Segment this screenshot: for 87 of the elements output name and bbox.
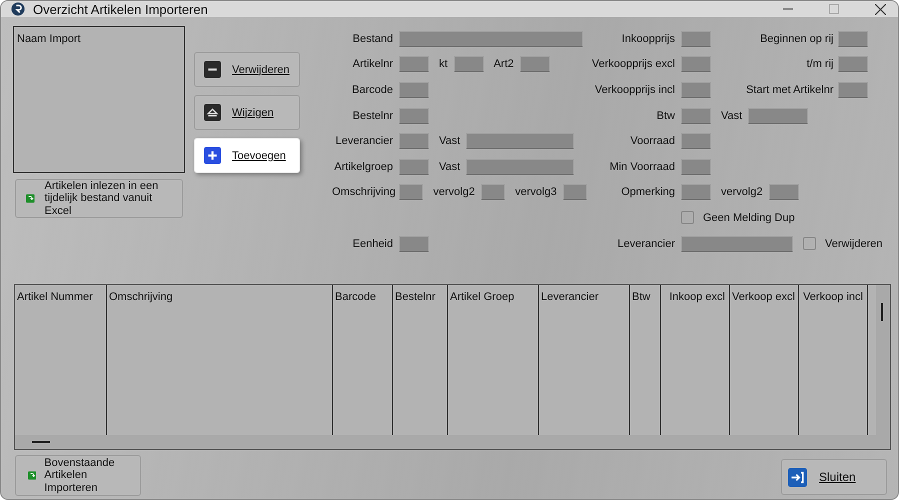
- field-label: Vast: [439, 160, 460, 173]
- field-label: Barcode: [351, 84, 393, 96]
- field-label: Verkoopprijs excl: [590, 58, 675, 70]
- column-header[interactable]: Btw: [632, 291, 658, 303]
- column-header[interactable]: Inkoop excl: [663, 291, 727, 303]
- list-header: Naam Import: [17, 33, 81, 45]
- field-label: Start met Artikelnr: [746, 84, 834, 96]
- input-field[interactable]: [399, 56, 429, 72]
- field-label: vervolg2: [433, 186, 475, 198]
- app-logo-icon: [11, 2, 25, 16]
- input-field[interactable]: [520, 56, 550, 72]
- eject-icon: [204, 104, 221, 121]
- add-button[interactable]: Toevoegen: [194, 138, 300, 173]
- input-field[interactable]: [399, 30, 583, 47]
- field-label: Leverancier: [334, 135, 393, 148]
- plus-icon: [204, 147, 221, 164]
- checkbox-label: Verwijderen: [825, 238, 882, 250]
- input-field[interactable]: [399, 158, 429, 175]
- field-label: Omschrijving: [332, 186, 393, 198]
- input-field[interactable]: [838, 82, 868, 98]
- input-field[interactable]: [480, 184, 506, 200]
- import-button[interactable]: Bovenstaande Artikelen Importeren: [15, 455, 141, 496]
- input-field[interactable]: [681, 184, 711, 200]
- column-header[interactable]: Artikel Groep: [450, 291, 536, 303]
- input-field[interactable]: [466, 158, 574, 175]
- import-list[interactable]: Naam Import: [13, 26, 185, 173]
- maximize-icon[interactable]: [829, 4, 839, 14]
- input-field[interactable]: [454, 56, 484, 72]
- input-field[interactable]: [681, 82, 711, 98]
- field-label: Verkoopprijs incl: [594, 84, 675, 96]
- field-label: Btw: [656, 110, 675, 122]
- input-field[interactable]: [748, 108, 808, 124]
- field-label: Min Voorraad: [608, 160, 675, 173]
- input-field[interactable]: [768, 184, 799, 200]
- field-label: Artikelgroep: [333, 160, 393, 173]
- exit-icon: [788, 468, 807, 486]
- field-label: Beginnen op rij: [760, 32, 834, 45]
- column-header[interactable]: Verkoop incl: [801, 291, 865, 303]
- field-label: Voorraad: [629, 135, 675, 148]
- close-icon[interactable]: [875, 4, 886, 14]
- input-field[interactable]: [681, 236, 793, 252]
- close-button[interactable]: Sluiten: [781, 459, 887, 495]
- input-field[interactable]: [399, 236, 429, 252]
- field-label: Bestelnr: [352, 110, 393, 122]
- input-field[interactable]: [681, 133, 711, 150]
- field-label: Artikelnr: [352, 58, 393, 70]
- field-label: Leverancier: [616, 238, 675, 250]
- window-title: Overzicht Artikelen Importeren: [33, 2, 208, 16]
- column-header[interactable]: Bestelnr: [395, 291, 445, 303]
- input-field[interactable]: [399, 133, 429, 150]
- field-label: Art2: [494, 58, 514, 70]
- column-header[interactable]: Artikel Nummer: [17, 291, 104, 303]
- field-label: Bestand: [352, 32, 393, 45]
- column-header[interactable]: Leverancier: [541, 291, 627, 303]
- field-label: t/m rij: [806, 58, 834, 70]
- checkbox[interactable]: [803, 237, 816, 250]
- field-label: Opmerking: [620, 186, 675, 198]
- checkbox[interactable]: [681, 211, 694, 224]
- field-label: vervolg3: [515, 186, 557, 198]
- edit-button[interactable]: Wijzigen: [194, 95, 300, 130]
- delete-button[interactable]: Verwijderen: [194, 52, 300, 87]
- input-field[interactable]: [562, 184, 587, 200]
- field-label: vervolg2: [721, 186, 763, 198]
- input-field[interactable]: [399, 82, 429, 98]
- input-field[interactable]: [399, 184, 424, 200]
- vertical-scrollbar[interactable]: [876, 285, 890, 449]
- column-header[interactable]: Omschrijving: [109, 291, 330, 303]
- column-header[interactable]: Verkoop excl: [732, 291, 796, 303]
- input-field[interactable]: [681, 158, 711, 175]
- input-field[interactable]: [399, 108, 429, 124]
- input-field[interactable]: [838, 30, 868, 47]
- article-table[interactable]: Artikel Nummer Omschrijving Barcode Bestelnr Artikel Groep Leverancier Btw Inkoop excl Verkoop excl Verkoop incl: [14, 284, 891, 450]
- minus-icon: [204, 61, 221, 78]
- field-label: Eenheid: [352, 238, 393, 250]
- checkbox-label: Geen Melding Dup: [703, 212, 795, 224]
- field-label: Vast: [721, 110, 742, 122]
- horizontal-scrollbar[interactable]: [15, 435, 876, 449]
- input-field[interactable]: [681, 108, 711, 124]
- input-field[interactable]: [681, 56, 711, 72]
- field-label: Inkoopprijs: [620, 32, 675, 45]
- field-label: kt: [439, 58, 448, 70]
- input-field[interactable]: [466, 133, 574, 150]
- column-header[interactable]: Barcode: [335, 291, 390, 303]
- field-label: Vast: [439, 135, 460, 148]
- input-field[interactable]: [681, 30, 711, 47]
- input-field[interactable]: [838, 56, 868, 72]
- import-excel-button[interactable]: Artikelen inlezen in een tijdelijk bestand vanuit Excel: [15, 179, 183, 218]
